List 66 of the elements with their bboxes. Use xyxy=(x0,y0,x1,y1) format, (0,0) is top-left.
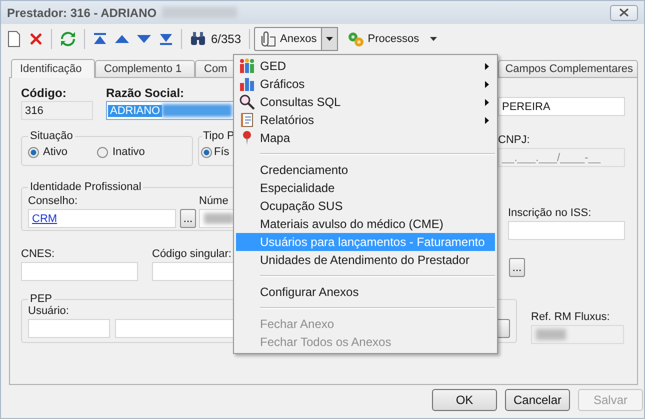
menu-item[interactable]: Especialidade xyxy=(236,179,495,197)
menu-item[interactable]: GED xyxy=(236,57,495,75)
input-field[interactable] xyxy=(21,262,138,281)
input-field[interactable]: CRM xyxy=(28,209,176,228)
group-title: Situação xyxy=(29,130,74,142)
close-icon xyxy=(619,8,629,17)
field-label: Usuário: xyxy=(28,305,69,317)
caret-icon xyxy=(430,37,438,41)
binoculars-icon[interactable] xyxy=(190,32,206,46)
tab[interactable]: Campos Complementares xyxy=(498,60,638,77)
input-field[interactable]: PEREIRA xyxy=(498,97,625,116)
close-button[interactable] xyxy=(610,4,638,20)
previous-record-icon[interactable] xyxy=(115,35,129,43)
field-label: Ref. RM Fluxus: xyxy=(531,311,610,324)
processes-button[interactable]: Processos xyxy=(342,27,442,51)
dropdown-button[interactable] xyxy=(322,27,338,51)
people-icon xyxy=(239,58,255,74)
magnifier-icon xyxy=(239,94,255,110)
input-field[interactable] xyxy=(28,319,110,338)
field-label: Inscrição no ISS: xyxy=(508,207,592,220)
menu-item[interactable]: Unidades de Atendimento do Prestador xyxy=(236,251,495,269)
last-record-icon[interactable] xyxy=(159,33,173,45)
group-title: PEP xyxy=(29,293,54,305)
submenu-arrow-icon xyxy=(485,116,489,124)
radio-button[interactable]: Fís xyxy=(201,146,230,158)
tab[interactable]: Complemento 1 xyxy=(95,60,195,77)
menu-item[interactable]: Configurar Anexos xyxy=(236,283,495,301)
field-label: CNES: xyxy=(21,248,55,261)
lookup-button[interactable]: ... xyxy=(180,209,196,228)
field-label: Núme xyxy=(199,195,228,208)
record-counter: 6/353 xyxy=(211,32,242,46)
refresh-icon[interactable] xyxy=(60,31,76,47)
field-label: Código: xyxy=(21,87,66,100)
field-label: Código singular: xyxy=(152,248,232,261)
redaction-block xyxy=(204,213,234,224)
new-document-icon[interactable] xyxy=(7,31,21,47)
field-label: Conselho: xyxy=(28,195,78,208)
field-label: Razão Social: xyxy=(106,87,184,100)
submenu-arrow-icon xyxy=(485,80,489,88)
dialog-button[interactable]: Cancelar xyxy=(505,389,570,411)
dialog-button[interactable]: OK xyxy=(432,389,497,411)
radio-button[interactable]: Inativo xyxy=(97,146,145,158)
group-title: Identidade Profissional xyxy=(29,181,142,193)
menu-item[interactable]: Materiais avulso do médico (CME) xyxy=(236,215,495,233)
first-record-icon[interactable] xyxy=(93,33,107,45)
menu-item[interactable]: Ocupação SUS xyxy=(236,197,495,215)
lookup-button[interactable]: ... xyxy=(509,258,525,277)
redaction-block xyxy=(162,104,232,117)
next-record-icon[interactable] xyxy=(137,35,151,43)
attachments-button[interactable]: Anexos xyxy=(254,27,322,51)
bar-chart-icon xyxy=(239,76,255,92)
radio-button[interactable]: Ativo xyxy=(28,146,68,158)
tab[interactable]: Identificação xyxy=(11,59,95,78)
redaction-block xyxy=(536,329,566,340)
window-title: Prestador: 316 - ADRIANO xyxy=(7,6,157,20)
submenu-arrow-icon xyxy=(485,62,489,70)
delete-icon[interactable] xyxy=(29,32,43,46)
menu-item[interactable]: Gráficos xyxy=(236,75,495,93)
submenu-arrow-icon xyxy=(485,98,489,106)
paperclip-icon xyxy=(259,31,278,47)
report-icon xyxy=(239,112,255,128)
caret-icon xyxy=(326,37,333,41)
input-field[interactable] xyxy=(508,221,625,240)
menu-item[interactable]: Credenciamento xyxy=(236,161,495,179)
menu-item[interactable]: Mapa xyxy=(236,129,495,147)
field-label: CNPJ: xyxy=(498,134,530,147)
